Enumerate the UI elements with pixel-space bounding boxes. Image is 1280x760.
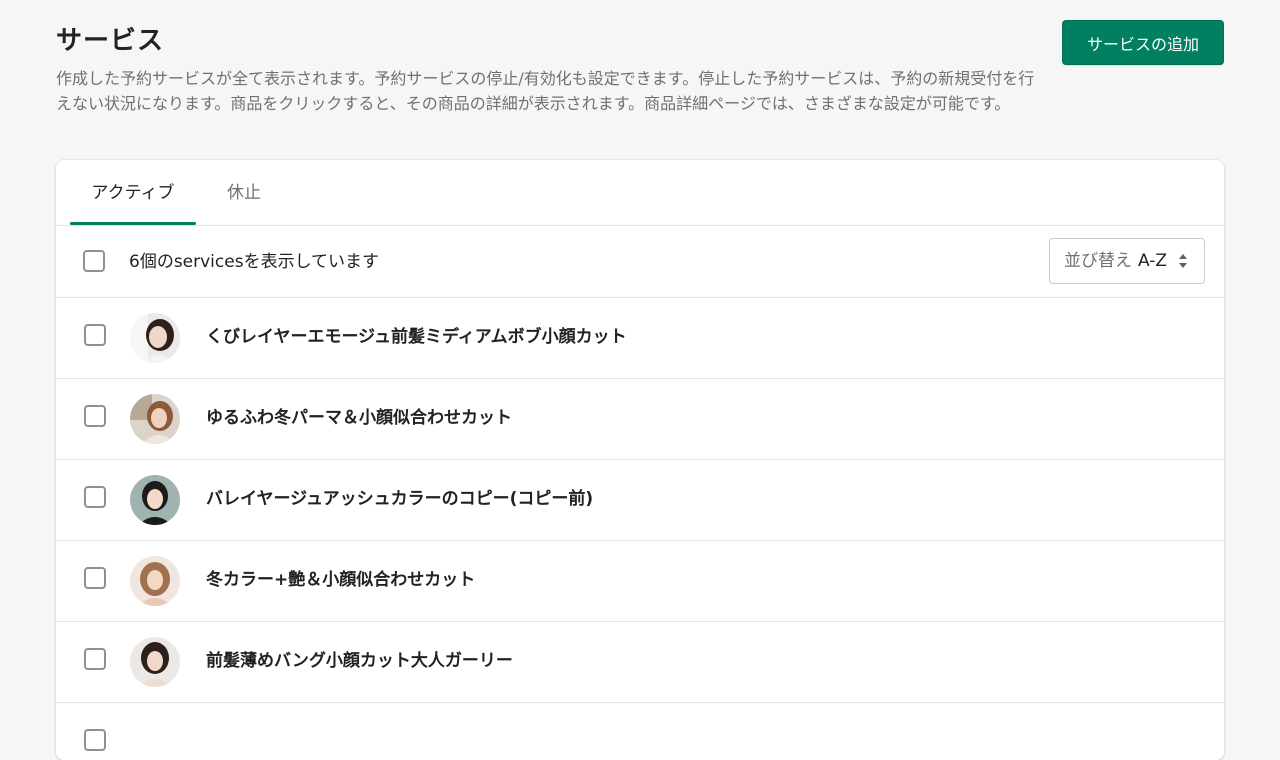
- tab-active-indicator: [70, 222, 196, 225]
- person-photo-icon: [130, 556, 180, 606]
- sort-value: A-Z: [1138, 251, 1168, 271]
- sort-label: 並び替え A-Z: [1064, 239, 1167, 283]
- row-checkbox[interactable]: [84, 405, 106, 427]
- row-checkbox[interactable]: [84, 648, 106, 670]
- row-checkbox[interactable]: [84, 486, 106, 508]
- service-name: ゆるふわ冬パーマ＆小顔似合わせカット: [206, 408, 512, 428]
- sort-label-text: 並び替え: [1064, 251, 1132, 271]
- person-photo-icon: [130, 475, 180, 525]
- service-name: バレイヤージュアッシュカラーのコピー(コピー前): [206, 489, 594, 509]
- list-item[interactable]: くびレイヤーエモージュ前髪ミディアムボブ小顔カット: [56, 298, 1224, 379]
- person-photo-icon: [130, 637, 180, 687]
- sort-select[interactable]: 並び替え A-Z: [1049, 238, 1205, 284]
- service-name: 冬カラー+艶＆小顔似合わせカット: [206, 570, 476, 590]
- list-item[interactable]: 前髪薄めバング小顔カット大人ガーリー: [56, 622, 1224, 703]
- select-all-checkbox[interactable]: [83, 250, 105, 272]
- list-item[interactable]: [56, 703, 1224, 760]
- person-photo-icon: [130, 313, 180, 363]
- service-name: くびレイヤーエモージュ前髪ミディアムボブ小顔カット: [206, 327, 627, 347]
- list-toolbar: 6個のservicesを表示しています 並び替え A-Z: [56, 226, 1224, 298]
- services-card: アクティブ 休止 6個のservicesを表示しています 並び替えA-Z くび: [56, 160, 1224, 760]
- list-item[interactable]: バレイヤージュアッシュカラーのコピー(コピー前): [56, 460, 1224, 541]
- tab-active[interactable]: アクティブ: [70, 160, 196, 226]
- service-count-text: 6個のservicesを表示しています: [129, 252, 380, 272]
- tab-bar: アクティブ 休止: [56, 160, 1224, 226]
- page-title: サービス: [56, 26, 165, 56]
- list-item[interactable]: 冬カラー+艶＆小顔似合わせカット: [56, 541, 1224, 622]
- add-service-button[interactable]: サービスの追加: [1062, 20, 1224, 65]
- service-name: 前髪薄めバング小顔カット大人ガーリー: [206, 651, 513, 671]
- person-photo-icon: [130, 394, 180, 444]
- sort-arrows-icon: [1179, 254, 1187, 268]
- row-checkbox[interactable]: [84, 567, 106, 589]
- row-checkbox[interactable]: [84, 324, 106, 346]
- tab-paused[interactable]: 休止: [206, 160, 282, 226]
- row-checkbox[interactable]: [84, 729, 106, 751]
- page-description: 作成した予約サービスが全て表示されます。予約サービスの停止/有効化も設定できます…: [56, 69, 1035, 113]
- list-item[interactable]: ゆるふわ冬パーマ＆小顔似合わせカット: [56, 379, 1224, 460]
